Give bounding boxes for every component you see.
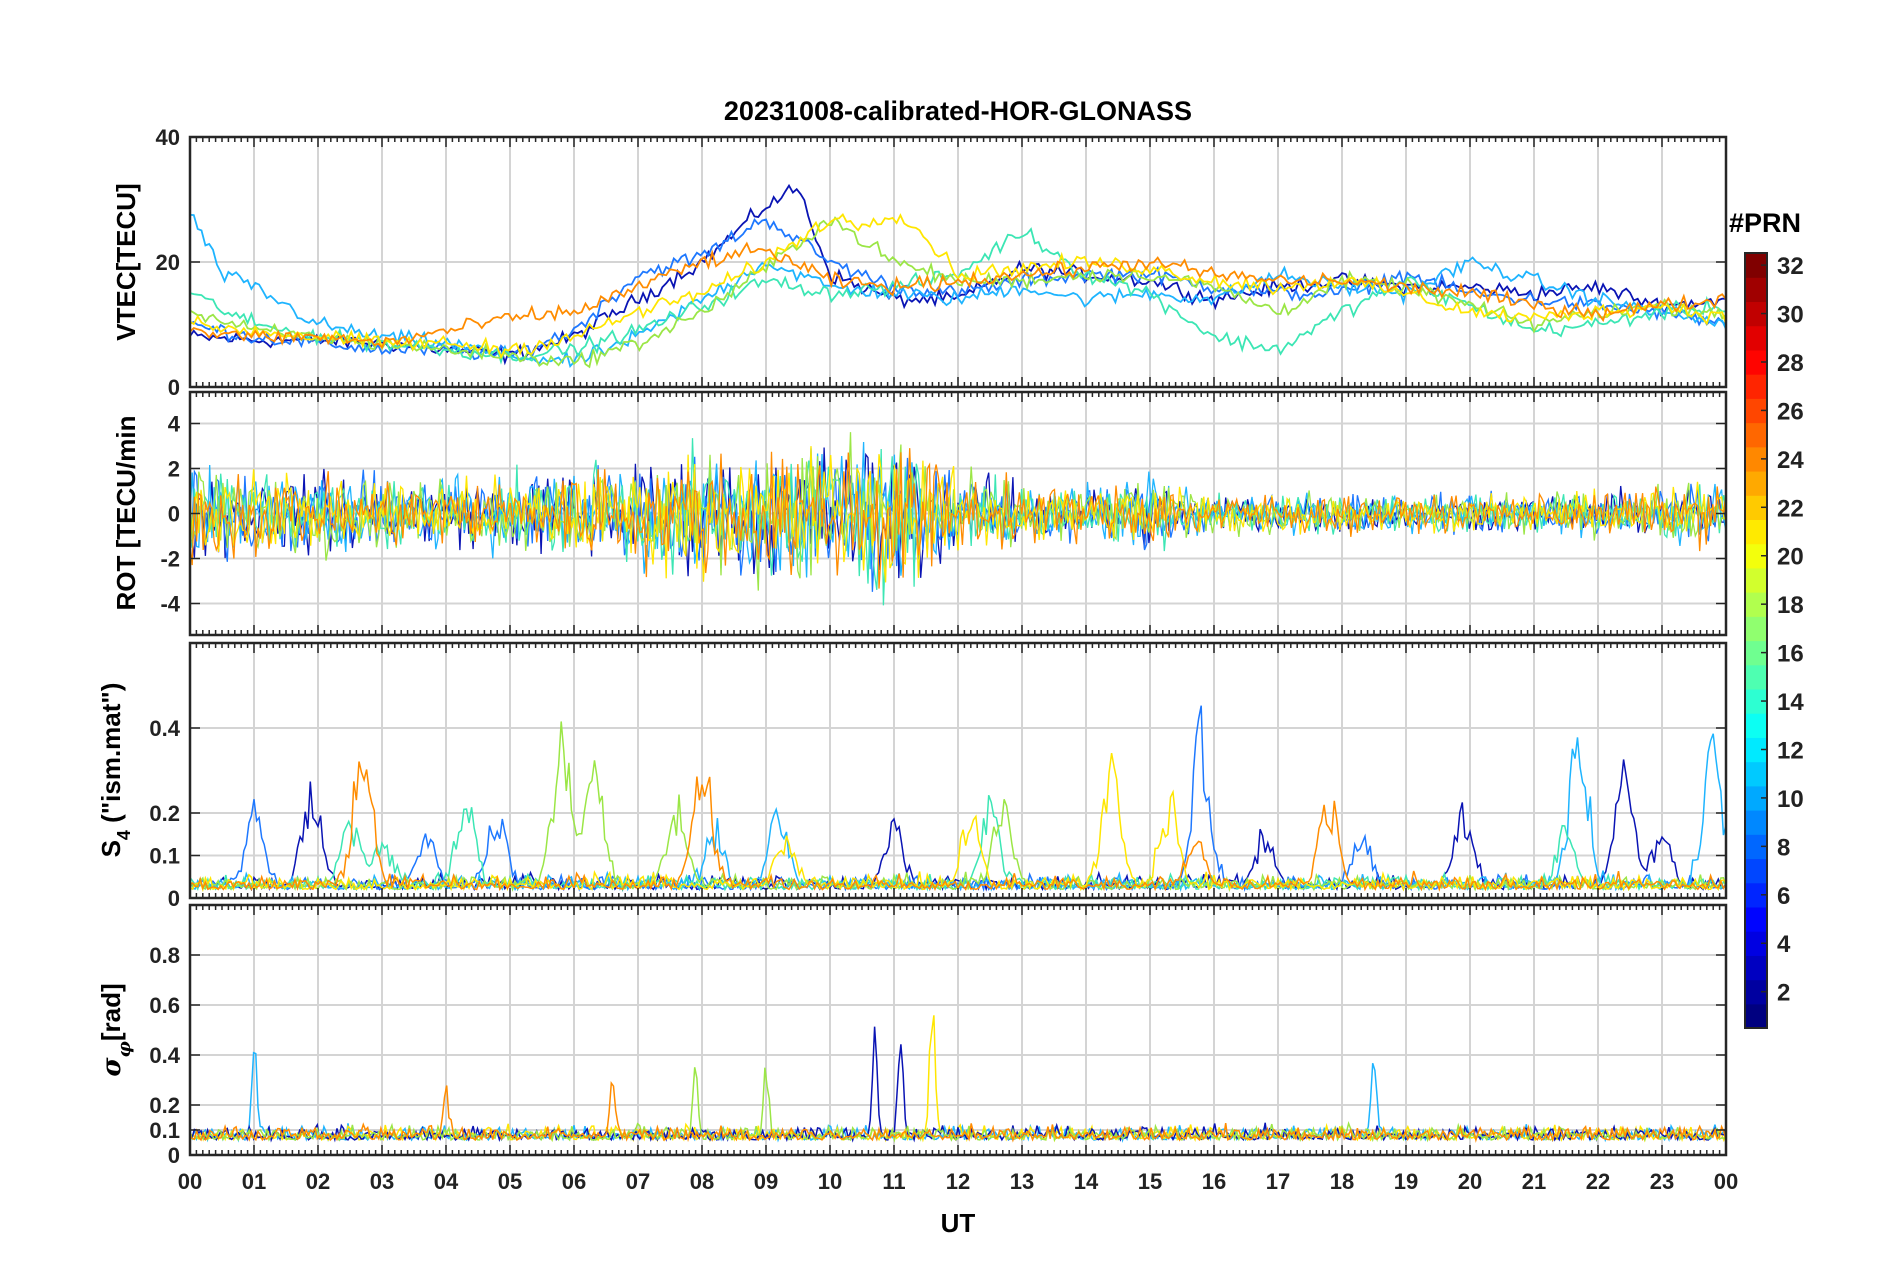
ytick-label: 0.2	[149, 801, 180, 826]
xtick-label: 12	[946, 1169, 970, 1194]
ytick-label: 0.4	[149, 1043, 180, 1068]
colorbar-tick-label: 32	[1777, 253, 1804, 280]
figure: 20231008-calibrated-HOR-GLONASS 40200 VT…	[96, 96, 1804, 1238]
xtick-label: 08	[690, 1169, 714, 1194]
colorbar-tick-label: 28	[1777, 350, 1804, 377]
ylabel-vtec: VTEC[TECU]	[111, 183, 141, 340]
xtick-label: 19	[1394, 1169, 1418, 1194]
colorbar-tick-label: 22	[1777, 495, 1804, 522]
colorbar-tick-label: 26	[1777, 398, 1804, 425]
ytick-label: 0.2	[149, 1093, 180, 1118]
ytick-label: -2	[160, 547, 180, 572]
colorbar-band	[1745, 810, 1767, 835]
colorbar-tick-label: 14	[1777, 689, 1804, 716]
colorbar-tick-label: 16	[1777, 641, 1804, 668]
xtick-label: 21	[1522, 1169, 1546, 1194]
ytick-label: 0.6	[149, 993, 180, 1018]
colorbar-band	[1745, 422, 1767, 448]
colorbar-tick-label: 6	[1777, 883, 1790, 910]
colorbar-band	[1745, 955, 1767, 981]
xtick-label: 15	[1138, 1169, 1162, 1194]
ylabel-sigmaphi: σφ[rad]	[96, 983, 135, 1076]
xtick-label: 09	[754, 1169, 778, 1194]
colorbar-title: #PRN	[1729, 208, 1801, 238]
ytick-label: 0	[168, 886, 180, 911]
panel-s4: 0.4 0.2 0.1 0 S4 ("ism.mat")	[96, 641, 1728, 911]
xtick-label: 22	[1586, 1169, 1610, 1194]
colorbar-band	[1745, 567, 1767, 593]
colorbar-tick-label: 12	[1777, 737, 1804, 764]
colorbar-band	[1745, 906, 1767, 932]
xtick-label: 04	[434, 1169, 459, 1194]
x-axis-label: UT	[941, 1208, 976, 1238]
xtick-label: 02	[306, 1169, 330, 1194]
colorbar-band	[1745, 761, 1767, 787]
panel-sigmaphi: 0.8 0.6 0.4 0.20.10 σφ[rad]	[96, 903, 1728, 1168]
colorbar-tick-label: 30	[1777, 302, 1804, 329]
ytick-label: 20	[156, 250, 180, 275]
xtick-label: 00	[1714, 1169, 1738, 1194]
colorbar-band	[1745, 470, 1767, 496]
ytick-label: 0	[168, 1143, 180, 1168]
ytick-label: 0.4	[149, 716, 180, 741]
x-axis-ticks: 00 01 02 03 04 05 06 07 08 09 10 11 12 13 14 15 16 17 18 19…	[178, 1169, 1738, 1194]
xtick-label: 14	[1074, 1169, 1099, 1194]
colorbar-band	[1745, 664, 1767, 690]
panel-rot: 4 2 0 -2 -4 ROT [TECU/min	[111, 390, 1728, 637]
colorbar-band	[1745, 519, 1767, 545]
xtick-label: 10	[818, 1169, 842, 1194]
ytick-label: 4	[168, 412, 181, 437]
colorbar-band	[1745, 325, 1767, 351]
xtick-label: 03	[370, 1169, 394, 1194]
ytick-label: 0.1	[149, 1118, 180, 1143]
xtick-label: 20	[1458, 1169, 1482, 1194]
xtick-label: 17	[1266, 1169, 1290, 1194]
colorbar-band	[1745, 713, 1767, 738]
ytick-label: -4	[160, 592, 180, 617]
xtick-label: 23	[1650, 1169, 1674, 1194]
xtick-label: 06	[562, 1169, 586, 1194]
ylabel-rot: ROT [TECU/min	[111, 416, 141, 611]
colorbar-band	[1745, 616, 1767, 642]
colorbar-band	[1745, 277, 1767, 303]
ytick-label: 0	[168, 375, 180, 400]
xtick-label: 05	[498, 1169, 522, 1194]
ytick-label: 0.8	[149, 943, 180, 968]
chart-title: 20231008-calibrated-HOR-GLONASS	[724, 96, 1192, 126]
colorbar-tick-label: 2	[1777, 980, 1790, 1007]
xtick-label: 01	[242, 1169, 266, 1194]
ytick-label: 0	[168, 502, 180, 527]
ytick-label: 40	[156, 125, 180, 150]
xtick-label: 07	[626, 1169, 650, 1194]
xtick-label: 18	[1330, 1169, 1354, 1194]
xtick-label: 11	[882, 1169, 905, 1194]
ytick-label: 0.1	[149, 844, 180, 869]
colorbar-tick-label: 18	[1777, 592, 1804, 619]
colorbar-tick-label: 4	[1777, 931, 1791, 958]
colorbar: #PRN 32 30 28 26 24 22 20 18 16 14 12 10 8 6 4 2	[1729, 208, 1804, 1029]
colorbar-tick-label: 20	[1777, 544, 1804, 571]
ylabel-s4: S4 ("ism.mat")	[96, 683, 134, 858]
colorbar-band	[1745, 1003, 1767, 1029]
colorbar-tick-label: 10	[1777, 786, 1804, 813]
xtick-label: 13	[1010, 1169, 1034, 1194]
colorbar-tick-label: 8	[1777, 834, 1790, 861]
ytick-label: 2	[168, 457, 180, 482]
colorbar-band	[1745, 858, 1767, 884]
panel-vtec: 40 20 0 VTEC[TECU]	[111, 125, 1728, 400]
xtick-label: 00	[178, 1169, 202, 1194]
colorbar-tick-label: 24	[1777, 447, 1804, 474]
colorbar-band	[1745, 374, 1767, 399]
xtick-label: 16	[1202, 1169, 1226, 1194]
